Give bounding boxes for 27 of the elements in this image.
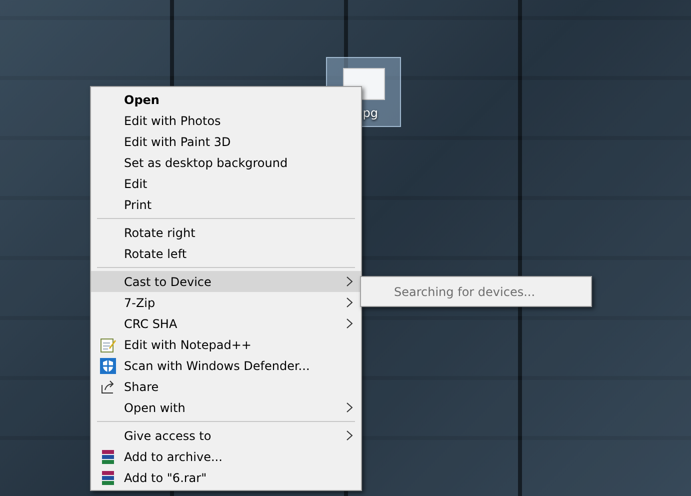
chevron-right-icon — [346, 276, 353, 287]
menu-item[interactable]: Edit with Notepad++ — [91, 334, 361, 355]
menu-item[interactable]: 7-Zip — [91, 292, 361, 313]
chevron-right-icon — [346, 402, 353, 413]
menu-item[interactable]: Open with — [91, 397, 361, 418]
menu-item[interactable]: Rotate right — [91, 222, 361, 243]
menu-item[interactable]: Print — [91, 194, 361, 215]
share-icon — [100, 378, 116, 394]
menu-item[interactable]: Add to archive... — [91, 446, 361, 467]
menu-item[interactable]: Set as desktop background — [91, 152, 361, 173]
menu-item[interactable]: Share — [91, 376, 361, 397]
menu-item[interactable]: Give access to — [91, 425, 361, 446]
chevron-right-icon — [346, 318, 353, 329]
books-icon — [100, 448, 116, 464]
menu-item[interactable]: Edit — [91, 173, 361, 194]
books-icon — [100, 470, 116, 486]
menu-item[interactable]: Add to "6.rar" — [91, 467, 361, 488]
notepad-icon — [100, 336, 116, 352]
menu-item[interactable]: Scan with Windows Defender... — [91, 355, 361, 376]
chevron-right-icon — [346, 430, 353, 441]
chevron-right-icon — [346, 297, 353, 308]
shield-icon — [100, 358, 116, 374]
menu-item[interactable]: Rotate left — [91, 243, 361, 264]
file-name: pg — [362, 106, 378, 120]
menu-item[interactable]: Cast to Device — [91, 271, 361, 292]
menu-item[interactable]: Edit with Paint 3D — [91, 131, 361, 152]
menu-item[interactable]: CRC SHA — [91, 313, 361, 334]
